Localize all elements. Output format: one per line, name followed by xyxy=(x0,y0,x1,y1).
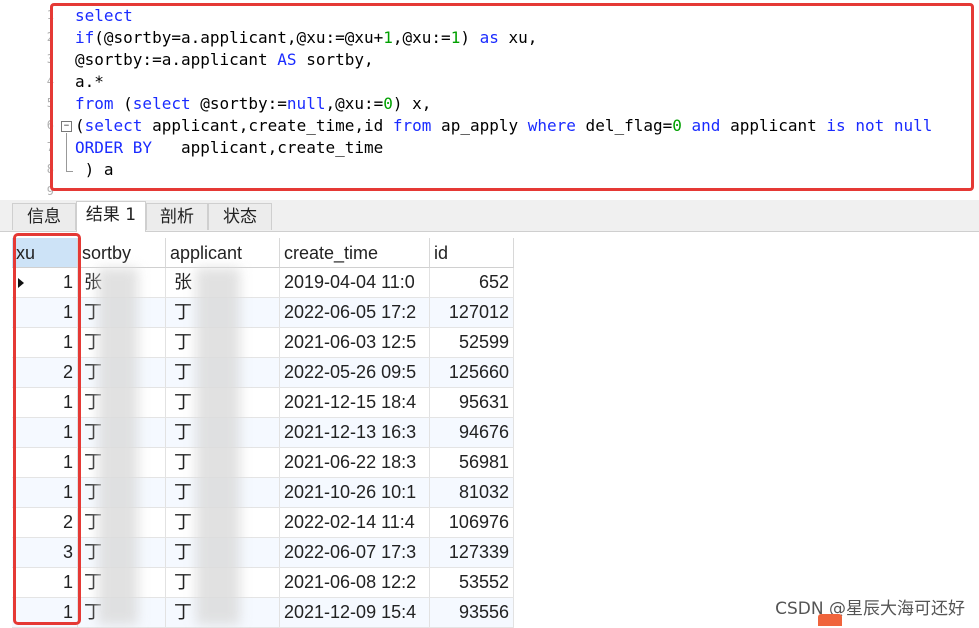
table-row[interactable]: 1 丁丁 2021-12-15 18:4 95631 xyxy=(12,388,514,418)
cell-id[interactable]: 652 xyxy=(430,268,514,297)
sql-editor[interactable]: 123456789 select if(@sortby=a.applicant,@… xyxy=(0,0,979,198)
column-header-sortby[interactable]: sortby xyxy=(78,238,166,268)
table-row[interactable]: 1 丁丁 2021-06-22 18:3 56981 xyxy=(12,448,514,478)
cell-create-time[interactable]: 2021-10-26 10:1 xyxy=(280,478,430,507)
cell-create-time[interactable]: 2022-06-05 17:2 xyxy=(280,298,430,327)
tab-2[interactable]: 剖析 xyxy=(146,203,208,230)
table-row[interactable]: 1 丁丁 2021-06-03 12:5 52599 xyxy=(12,328,514,358)
table-row[interactable]: 1 丁丁 2021-10-26 10:1 81032 xyxy=(12,478,514,508)
cell-create-time[interactable]: 2021-12-09 15:4 xyxy=(280,598,430,627)
table-row[interactable]: 1 丁丁 2022-06-05 17:2 127012 xyxy=(12,298,514,328)
tab-0[interactable]: 信息 xyxy=(12,203,76,230)
tab-3[interactable]: 状态 xyxy=(208,203,272,230)
cell-create-time[interactable]: 2022-06-07 17:3 xyxy=(280,538,430,567)
table-row[interactable]: 2 丁丁 2022-02-14 11:4 106976 xyxy=(12,508,514,538)
tab-1[interactable]: 结果 1 xyxy=(76,201,146,232)
result-grid[interactable]: xu sortby applicant create_time id 1 张张 2019-0… xyxy=(12,238,514,628)
cell-create-time[interactable]: 2021-06-08 12:2 xyxy=(280,568,430,597)
cell-id[interactable]: 125660 xyxy=(430,358,514,387)
privacy-blur xyxy=(98,268,138,625)
cell-id[interactable]: 81032 xyxy=(430,478,514,507)
cell-id[interactable]: 95631 xyxy=(430,388,514,417)
cell-id[interactable]: 94676 xyxy=(430,418,514,447)
cell-create-time[interactable]: 2021-12-13 16:3 xyxy=(280,418,430,447)
table-row[interactable]: 1 丁丁 2021-12-09 15:4 93556 xyxy=(12,598,514,628)
table-row[interactable]: 2 丁丁 2022-05-26 09:5 125660 xyxy=(12,358,514,388)
cell-id[interactable]: 127012 xyxy=(430,298,514,327)
column-header-id[interactable]: id xyxy=(430,238,514,268)
cell-create-time[interactable]: 2021-06-22 18:3 xyxy=(280,448,430,477)
logo-icon xyxy=(818,614,842,626)
cell-id[interactable]: 52599 xyxy=(430,328,514,357)
watermark: CSDN @星辰大海可还好 xyxy=(775,599,965,619)
table-row[interactable]: 1 张张 2019-04-04 11:0 652 xyxy=(12,268,514,298)
cell-create-time[interactable]: 2021-12-15 18:4 xyxy=(280,388,430,417)
table-row[interactable]: 1 丁丁 2021-06-08 12:2 53552 xyxy=(12,568,514,598)
table-row[interactable]: 1 丁丁 2021-12-13 16:3 94676 xyxy=(12,418,514,448)
xu-column-highlight-box xyxy=(13,233,81,625)
column-header-create-time[interactable]: create_time xyxy=(280,238,430,268)
cell-create-time[interactable]: 2021-06-03 12:5 xyxy=(280,328,430,357)
cell-id[interactable]: 106976 xyxy=(430,508,514,537)
cell-id[interactable]: 127339 xyxy=(430,538,514,567)
sql-highlight-box xyxy=(50,3,974,191)
cell-id[interactable]: 93556 xyxy=(430,598,514,627)
cell-id[interactable]: 56981 xyxy=(430,448,514,477)
result-tab-bar: 信息 结果 1 剖析 状态 xyxy=(0,200,979,232)
table-row[interactable]: 3 丁丁 2022-06-07 17:3 127339 xyxy=(12,538,514,568)
cell-id[interactable]: 53552 xyxy=(430,568,514,597)
privacy-blur xyxy=(196,268,240,625)
cell-create-time[interactable]: 2019-04-04 11:0 xyxy=(280,268,430,297)
cell-create-time[interactable]: 2022-02-14 11:4 xyxy=(280,508,430,537)
column-header-applicant[interactable]: applicant xyxy=(166,238,280,268)
cell-create-time[interactable]: 2022-05-26 09:5 xyxy=(280,358,430,387)
